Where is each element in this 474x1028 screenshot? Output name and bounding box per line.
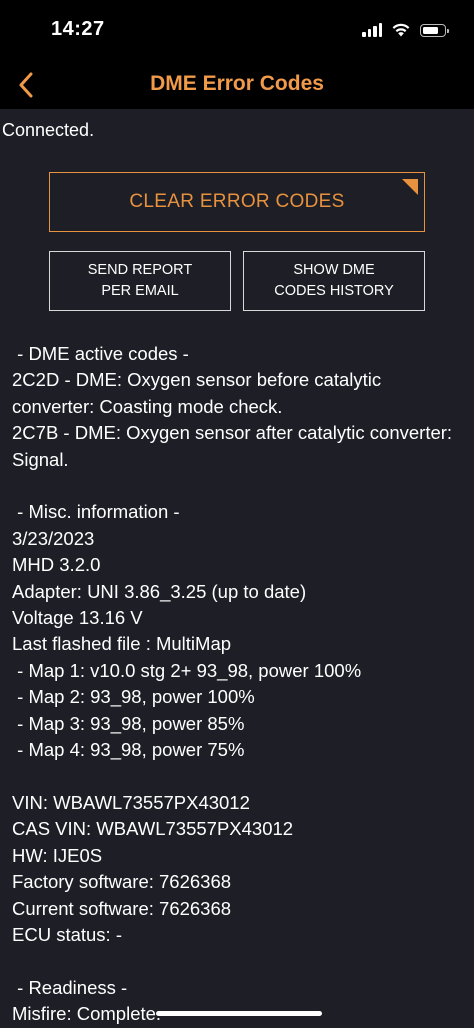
report-line: VIN: WBAWL73557PX43012 [12,791,250,813]
report-line: - DME active codes - [12,343,189,364]
report-line: MHD 3.2.0 [12,554,101,576]
report-line: Current software: 7626368 [12,897,232,919]
show-history-label-line2: CODES HISTORY [274,283,394,299]
home-indicator[interactable] [156,1011,322,1016]
report-line: Voltage 13.16 V [12,607,143,629]
cellular-signal-icon [362,23,382,37]
report-line: - Map 2: 93_98, power 100% [12,686,255,708]
report-line: - Map 3: 93_98, power 85% [12,712,245,734]
report-line: Last flashed file : MultiMap [12,633,232,655]
report-line: - Map 1: v10.0 stg 2+ 93_98, power 100% [12,659,362,681]
battery-level [422,26,438,34]
report-line: - Misc. information - [12,501,180,523]
report-line [12,763,462,789]
send-report-label-line1: SEND REPORT [87,262,193,278]
report-line: - Readiness - [12,976,128,998]
clear-error-codes-button[interactable]: CLEAR ERROR CODES [49,172,425,232]
show-dme-codes-history-button[interactable]: SHOW DME CODES HISTORY [243,251,425,311]
error-report: - DME active codes - 2C2D - DME: Oxygen … [12,341,462,1028]
report-line: 2C7B - DME: Oxygen sensor after catalyti… [12,422,458,470]
page-title: DME Error Codes [150,72,324,95]
report-line: Factory software: 7626368 [12,871,232,893]
connection-status: Connected. [2,120,95,140]
report-line: - Map 4: 93_98, power 75% [12,739,245,761]
report-line [12,473,462,499]
send-report-label-line2: PER EMAIL [101,283,179,299]
clear-error-codes-label: CLEAR ERROR CODES [129,191,345,212]
status-time: 14:27 [51,18,105,40]
report-line: ECU status: - [12,923,122,945]
send-report-email-button[interactable]: SEND REPORT PER EMAIL [49,251,231,311]
battery-icon [420,24,449,37]
status-icons [362,22,449,37]
report-line: 3/23/2023 [12,527,95,549]
report-line: Adapter: UNI 3.86_3.25 (up to date) [12,580,307,602]
wifi-icon [392,23,410,37]
report-line: CAS VIN: WBAWL73557PX43012 [12,818,294,840]
status-bar: 14:27 [0,0,474,62]
navigation-bar: DME Error Codes [0,62,474,109]
report-line: HW: IJE0S [12,844,103,866]
report-line: 2C2D - DME: Oxygen sensor before catalyt… [12,369,387,417]
corner-triangle-icon [402,179,418,195]
show-history-label-line1: SHOW DME [293,262,375,278]
report-line [12,948,462,974]
